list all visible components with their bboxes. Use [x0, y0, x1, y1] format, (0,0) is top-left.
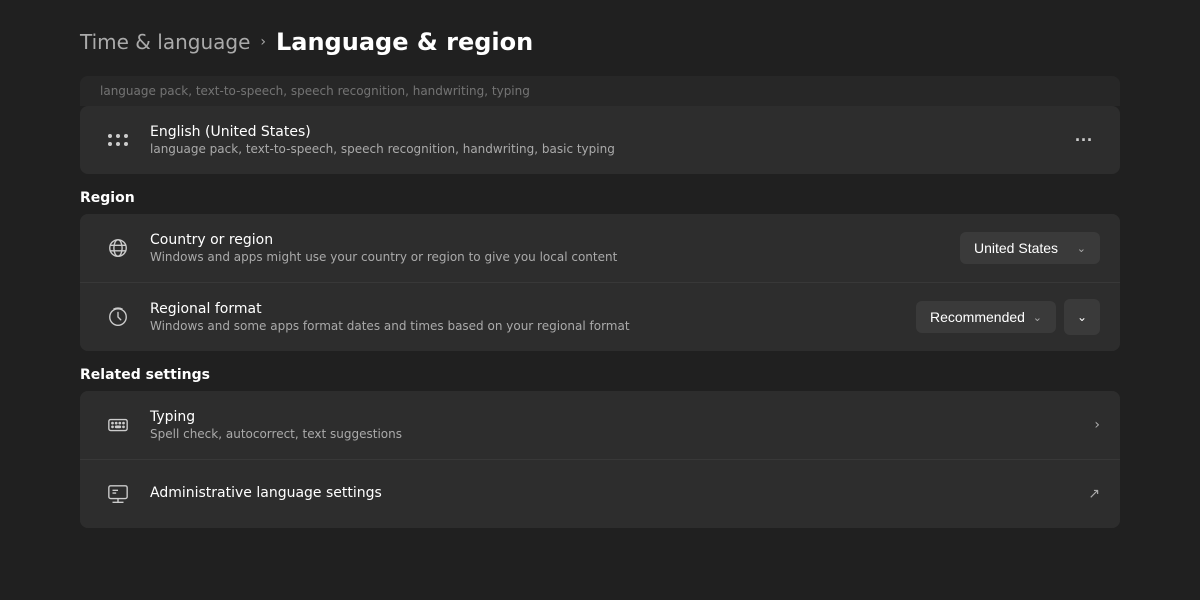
globe-icon	[107, 237, 129, 259]
regional-format-icon	[107, 306, 129, 328]
admin-external-link-icon: ↗	[1088, 486, 1100, 502]
language-item-english[interactable]: English (United States) language pack, t…	[80, 106, 1120, 174]
breadcrumb-current: Language & region	[276, 28, 533, 56]
keyboard-icon-wrapper	[100, 407, 136, 443]
language-drag-icon	[100, 122, 136, 158]
country-region-title: Country or region	[150, 232, 960, 248]
globe-icon-wrapper	[100, 230, 136, 266]
dots-grid-icon	[108, 134, 129, 147]
language-more-button[interactable]: ···	[1068, 124, 1100, 156]
region-settings-container: Country or region Windows and apps might…	[80, 214, 1120, 351]
admin-language-text: Administrative language settings	[150, 485, 1088, 503]
typing-chevron-icon: ›	[1094, 417, 1100, 433]
region-section-label: Region	[80, 190, 1120, 206]
breadcrumb: Time & language › Language & region	[80, 0, 1120, 76]
regional-format-text: Regional format Windows and some apps fo…	[150, 301, 916, 333]
language-item-fade: language pack, text-to-speech, speech re…	[80, 76, 1120, 106]
regional-format-value: Recommended	[930, 309, 1025, 325]
related-settings-container: Typing Spell check, autocorrect, text su…	[80, 391, 1120, 528]
country-region-value: United States	[974, 240, 1058, 256]
language-item-text: English (United States) language pack, t…	[150, 124, 1068, 156]
language-fade-text: language pack, text-to-speech, speech re…	[100, 84, 530, 98]
settings-page: Time & language › Language & region lang…	[0, 0, 1200, 600]
admin-language-title: Administrative language settings	[150, 485, 1088, 501]
regional-format-dropdown[interactable]: Recommended ⌄	[916, 301, 1056, 333]
expand-chevron-icon: ⌄	[1077, 310, 1087, 324]
keyboard-icon	[107, 414, 129, 436]
country-dropdown-chevron: ⌄	[1077, 242, 1086, 255]
breadcrumb-parent[interactable]: Time & language	[80, 30, 250, 54]
admin-icon-wrapper	[100, 476, 136, 512]
country-region-dropdown[interactable]: United States ⌄	[960, 232, 1100, 264]
regional-format-row[interactable]: Regional format Windows and some apps fo…	[80, 283, 1120, 351]
typing-title: Typing	[150, 409, 1094, 425]
regional-format-desc: Windows and some apps format dates and t…	[150, 319, 916, 333]
typing-desc: Spell check, autocorrect, text suggestio…	[150, 427, 1094, 441]
admin-language-row[interactable]: Administrative language settings ↗	[80, 460, 1120, 528]
language-item-title: English (United States)	[150, 124, 1068, 140]
regional-format-title: Regional format	[150, 301, 916, 317]
regional-format-controls: Recommended ⌄ ⌄	[916, 299, 1100, 335]
country-region-row[interactable]: Country or region Windows and apps might…	[80, 214, 1120, 283]
related-settings-label: Related settings	[80, 367, 1120, 383]
breadcrumb-arrow: ›	[260, 34, 266, 50]
country-region-text: Country or region Windows and apps might…	[150, 232, 960, 264]
language-item-desc: language pack, text-to-speech, speech re…	[150, 142, 1068, 156]
regional-format-expand-button[interactable]: ⌄	[1064, 299, 1100, 335]
typing-row[interactable]: Typing Spell check, autocorrect, text su…	[80, 391, 1120, 460]
regional-icon-wrapper	[100, 299, 136, 335]
admin-language-icon	[107, 483, 129, 505]
country-region-desc: Windows and apps might use your country …	[150, 250, 960, 264]
regional-dropdown-chevron: ⌄	[1033, 311, 1042, 324]
typing-text: Typing Spell check, autocorrect, text su…	[150, 409, 1094, 441]
